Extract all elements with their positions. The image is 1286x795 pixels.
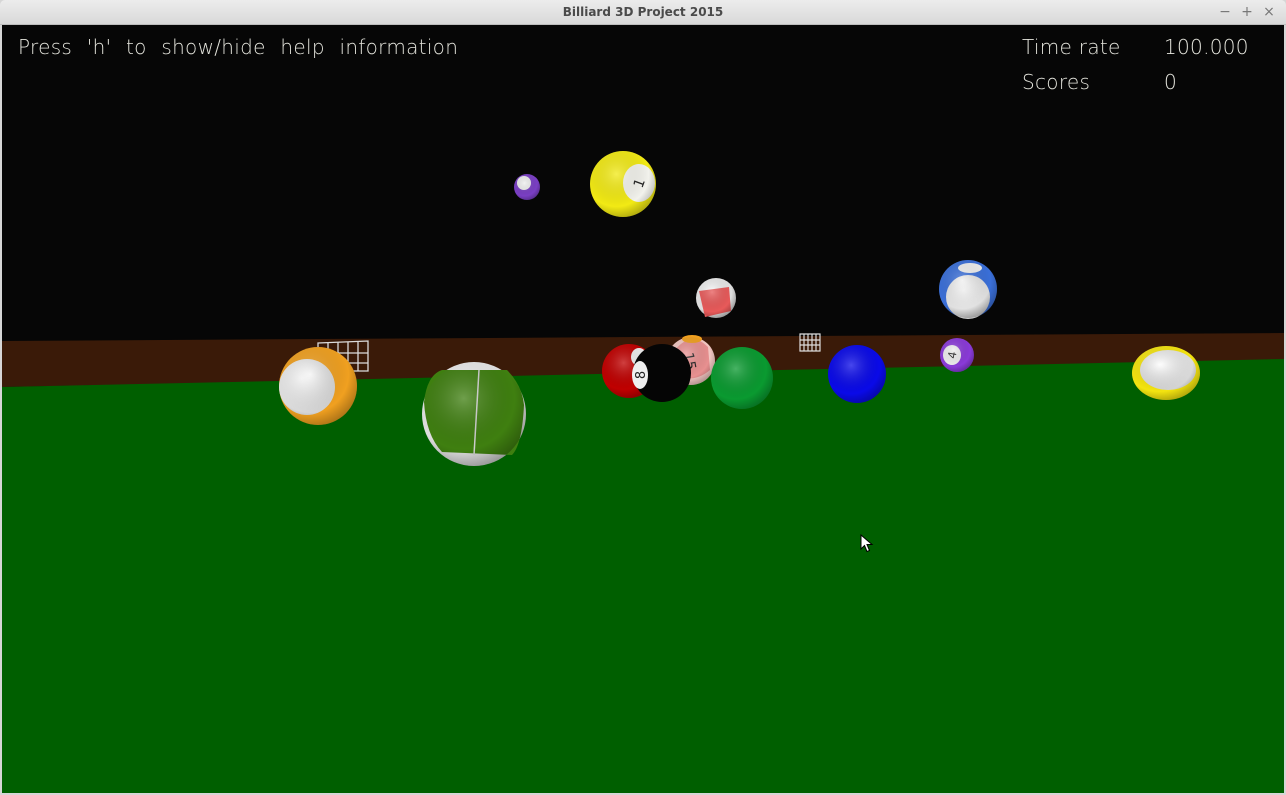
scores-value: 0	[1164, 70, 1178, 94]
window-titlebar[interactable]: Billiard 3D Project 2015 − + ×	[0, 0, 1286, 25]
time-rate-label: Time rate	[1022, 35, 1121, 59]
ball-green	[711, 347, 773, 409]
ball-10	[939, 260, 997, 319]
game-viewport[interactable]: 1	[2, 25, 1284, 793]
ball-11	[696, 278, 736, 318]
ball-1: 1	[590, 151, 656, 217]
time-rate-value: 100.000	[1164, 35, 1249, 59]
close-button[interactable]: ×	[1260, 3, 1278, 21]
maximize-button[interactable]: +	[1238, 3, 1256, 21]
minimize-button[interactable]: −	[1216, 3, 1234, 21]
ball-blue	[828, 345, 886, 403]
mouse-cursor-icon	[860, 534, 874, 553]
table-felt	[2, 359, 1284, 793]
help-hint: Press 'h' to show/hide help information	[18, 35, 459, 59]
billiard-scene: 1	[2, 151, 1284, 793]
scores-label: Scores	[1022, 70, 1091, 94]
ball-14	[422, 362, 526, 466]
window-title: Billiard 3D Project 2015	[562, 5, 724, 19]
ball-9	[1132, 346, 1200, 400]
ball-4: 4	[940, 338, 974, 372]
ball-3	[514, 174, 540, 200]
svg-text:8: 8	[634, 371, 649, 379]
ball-13	[279, 347, 357, 425]
